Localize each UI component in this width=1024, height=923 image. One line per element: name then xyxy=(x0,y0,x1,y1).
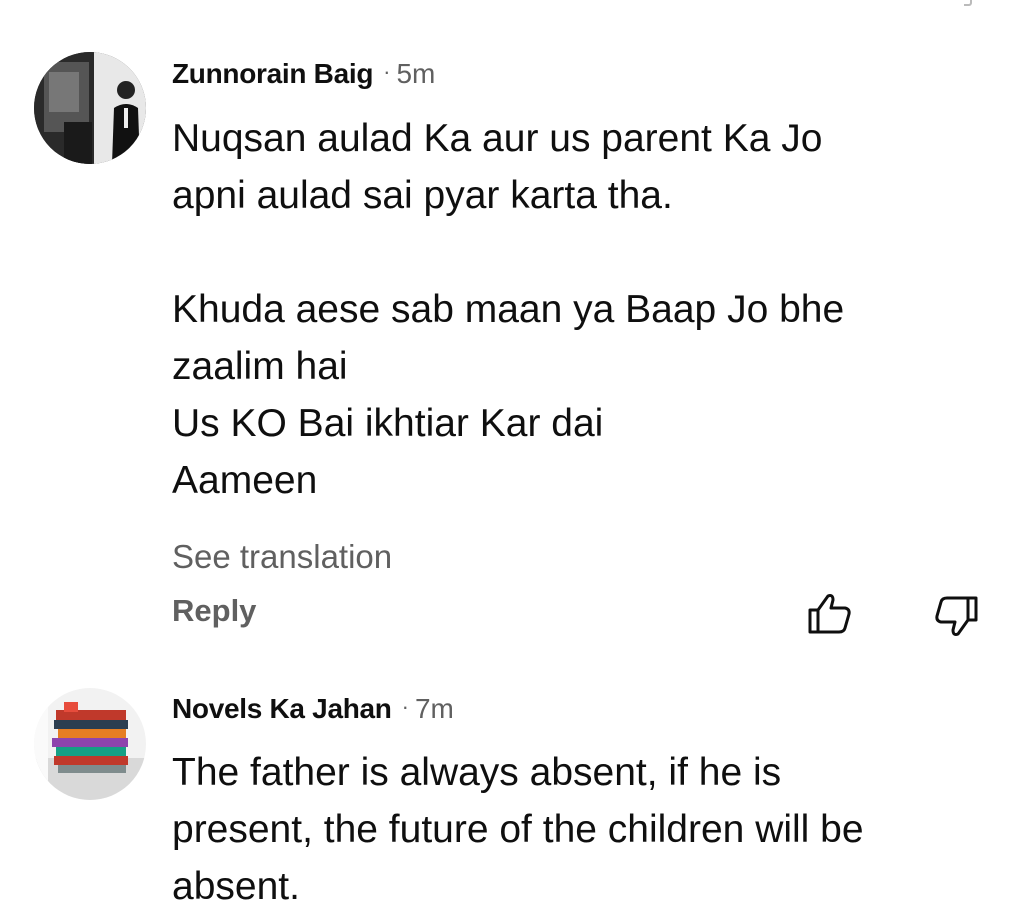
separator-dot: · xyxy=(383,59,391,84)
comment-author[interactable]: Zunnorain Baig xyxy=(172,58,373,89)
like-button[interactable] xyxy=(806,590,854,638)
comment-header: Zunnorain Baig · 5m xyxy=(172,54,435,92)
avatar-photo-icon xyxy=(34,52,146,164)
separator-dot: · xyxy=(401,694,409,719)
comment-text: The father is always absent, if he is pr… xyxy=(172,751,864,908)
avatar[interactable] xyxy=(34,52,146,164)
avatar-books-icon xyxy=(34,688,146,800)
thumb-down-icon xyxy=(935,596,978,636)
comment-timestamp: 7m xyxy=(414,693,454,724)
comment-author[interactable]: Novels Ka Jahan xyxy=(172,693,392,724)
reply-button[interactable]: Reply xyxy=(172,591,256,631)
thumb-up-icon xyxy=(808,594,851,634)
comment-header: Novels Ka Jahan · 7m xyxy=(172,689,454,727)
comment-timestamp: 5m xyxy=(396,58,436,89)
see-translation-link[interactable]: See translation xyxy=(172,537,392,577)
avatar[interactable] xyxy=(34,688,146,800)
comment-text: Nuqsan aulad Ka aur us parent Ka Jo apni… xyxy=(172,117,845,502)
overflow-menu-edge xyxy=(964,0,972,6)
dislike-button[interactable] xyxy=(932,592,980,640)
